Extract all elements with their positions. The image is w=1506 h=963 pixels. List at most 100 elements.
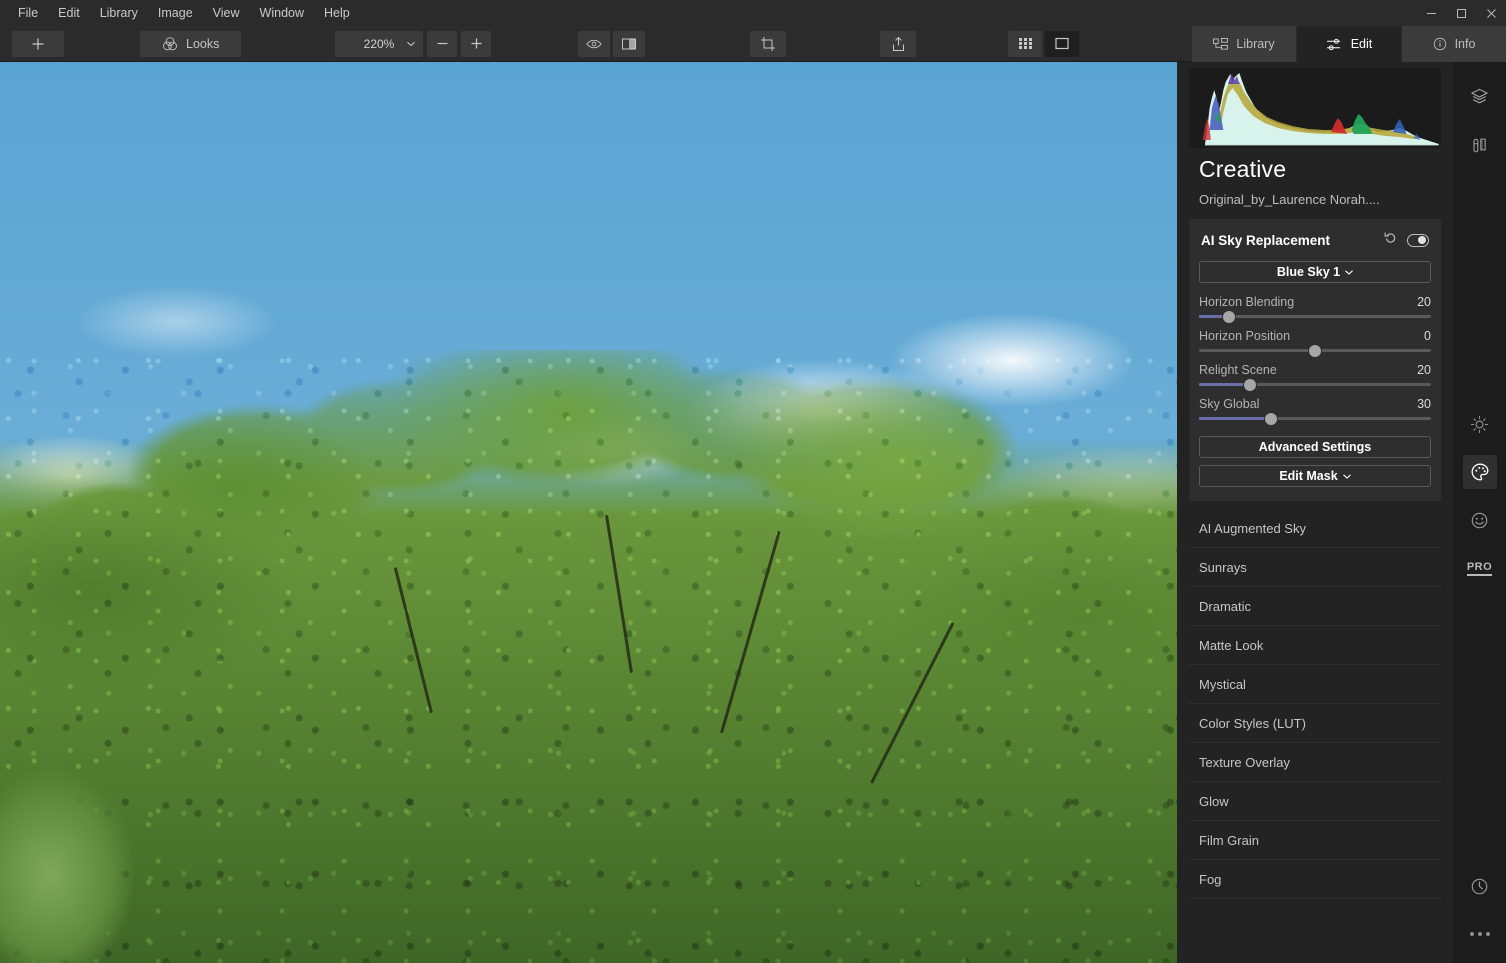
slider-label-row: Horizon Position 0	[1199, 329, 1431, 343]
preview-toggle-button[interactable]	[578, 30, 610, 57]
single-view-button[interactable]	[1045, 30, 1079, 57]
compare-button[interactable]	[613, 30, 645, 57]
panel-tabs: Library Edit Info	[1191, 26, 1506, 62]
rail-bottom-group	[1463, 869, 1497, 951]
tool-label: Texture Overlay	[1199, 754, 1291, 770]
tab-info-label: Info	[1454, 37, 1476, 51]
zoom-in-button[interactable]	[461, 30, 491, 57]
list-item[interactable]: Fog	[1189, 860, 1441, 899]
looks-button[interactable]: Looks	[140, 30, 242, 57]
close-button[interactable]	[1476, 0, 1506, 26]
zoom-controls: 220%	[335, 30, 491, 57]
menu-bar: File Edit Library Image View Window Help	[0, 0, 1506, 26]
slider-knob[interactable]	[1223, 310, 1236, 323]
slider-track[interactable]	[1199, 344, 1431, 357]
menu-item-help[interactable]: Help	[314, 3, 360, 24]
share-button[interactable]	[880, 30, 916, 57]
list-item[interactable]: Glow	[1189, 782, 1441, 821]
advanced-settings-button[interactable]: Advanced Settings	[1199, 436, 1431, 458]
rail-item-tools[interactable]	[1463, 127, 1497, 161]
list-item[interactable]: Film Grain	[1189, 821, 1441, 860]
menu-item-window[interactable]: Window	[250, 3, 314, 24]
menu-item-file[interactable]: File	[8, 3, 48, 24]
panel-content: Creative Original_by_Laurence Norah.... …	[1177, 62, 1453, 963]
list-item[interactable]: Dramatic	[1189, 587, 1441, 626]
compare-split-icon	[622, 38, 636, 49]
tab-info[interactable]: Info	[1401, 26, 1506, 62]
tool-rail: PRO	[1453, 62, 1506, 963]
rail-item-essentials[interactable]	[1463, 407, 1497, 441]
creative-tool-list: AI Augmented Sky Sunrays Dramatic Matte …	[1189, 509, 1441, 899]
zoom-out-button[interactable]	[427, 30, 457, 57]
library-icon	[1213, 37, 1229, 50]
menu-item-image[interactable]: Image	[148, 3, 203, 24]
menu-item-library[interactable]: Library	[90, 3, 148, 24]
layer-visibility-toggle[interactable]	[1407, 233, 1429, 247]
menu-item-edit[interactable]: Edit	[48, 3, 90, 24]
slider-name: Sky Global	[1199, 397, 1260, 411]
photo-preview	[0, 62, 1177, 963]
add-photo-button[interactable]	[12, 30, 64, 57]
rail-item-pro[interactable]: PRO	[1463, 551, 1497, 585]
close-icon	[1486, 8, 1496, 18]
slider-name: Horizon Blending	[1199, 295, 1295, 309]
slider-track[interactable]	[1199, 412, 1431, 425]
main-toolbar: Looks 220% Library Edit Info	[0, 26, 1506, 62]
minimize-button[interactable]	[1416, 0, 1446, 26]
slider-horizon-blending: Horizon Blending 20	[1199, 295, 1431, 323]
menu-item-view[interactable]: View	[203, 3, 250, 24]
slider-value: 20	[1417, 295, 1431, 309]
slider-sky-global: Sky Global 30	[1199, 397, 1431, 425]
tool-label: Fog	[1199, 871, 1222, 887]
card-header: AI Sky Replacement	[1201, 231, 1429, 249]
right-panel: Creative Original_by_Laurence Norah.... …	[1177, 62, 1506, 963]
grid-view-button[interactable]	[1008, 30, 1042, 57]
tool-label: AI Augmented Sky	[1199, 520, 1306, 536]
slider-track[interactable]	[1199, 378, 1431, 391]
image-filename: Original_by_Laurence Norah....	[1199, 192, 1380, 207]
tab-edit-label: Edit	[1350, 37, 1373, 51]
maximize-button[interactable]	[1446, 0, 1476, 26]
tool-label: Matte Look	[1199, 637, 1264, 653]
rail-item-creative[interactable]	[1462, 455, 1497, 489]
edit-mask-button[interactable]: Edit Mask	[1199, 465, 1431, 487]
plus-icon	[32, 38, 44, 49]
reset-button[interactable]	[1384, 231, 1397, 249]
list-item[interactable]: Texture Overlay	[1189, 743, 1441, 782]
slider-track[interactable]	[1199, 310, 1431, 323]
list-item[interactable]: Sunrays	[1189, 548, 1441, 587]
rail-item-portrait[interactable]	[1463, 503, 1497, 537]
slider-knob[interactable]	[1264, 412, 1277, 425]
list-item[interactable]: Matte Look	[1189, 626, 1441, 665]
view-mode-controls	[1008, 30, 1079, 57]
tab-edit[interactable]: Edit	[1296, 26, 1401, 62]
slider-label-row: Sky Global 30	[1199, 397, 1431, 411]
layers-icon	[1471, 88, 1488, 103]
tool-label: Sunrays	[1199, 559, 1247, 575]
rail-item-history[interactable]	[1463, 869, 1497, 903]
rail-item-more[interactable]	[1463, 917, 1497, 951]
window-controls	[1416, 0, 1506, 26]
advanced-settings-label: Advanced Settings	[1258, 440, 1372, 454]
slider-name: Relight Scene	[1199, 363, 1277, 377]
sun-icon	[1470, 415, 1489, 433]
slider-knob[interactable]	[1244, 378, 1257, 391]
slider-value: 0	[1424, 329, 1431, 343]
tab-library[interactable]: Library	[1191, 26, 1296, 62]
image-canvas[interactable]	[0, 62, 1177, 963]
list-item[interactable]: AI Augmented Sky	[1189, 509, 1441, 548]
rail-item-layers[interactable]	[1463, 79, 1497, 113]
eye-icon	[586, 39, 602, 48]
share-controls	[880, 30, 916, 57]
zoom-level-select[interactable]: 220%	[335, 30, 423, 57]
slider-value: 30	[1417, 397, 1431, 411]
list-item[interactable]: Color Styles (LUT)	[1189, 704, 1441, 743]
crop-controls	[750, 30, 786, 57]
list-item[interactable]: Mystical	[1189, 665, 1441, 704]
slider-knob[interactable]	[1309, 344, 1321, 357]
sliders-icon	[1326, 38, 1340, 50]
sky-preset-select[interactable]: Blue Sky 1	[1199, 261, 1431, 283]
share-export-icon	[892, 36, 904, 51]
crop-button[interactable]	[750, 30, 786, 57]
slider-fill	[1199, 417, 1271, 420]
